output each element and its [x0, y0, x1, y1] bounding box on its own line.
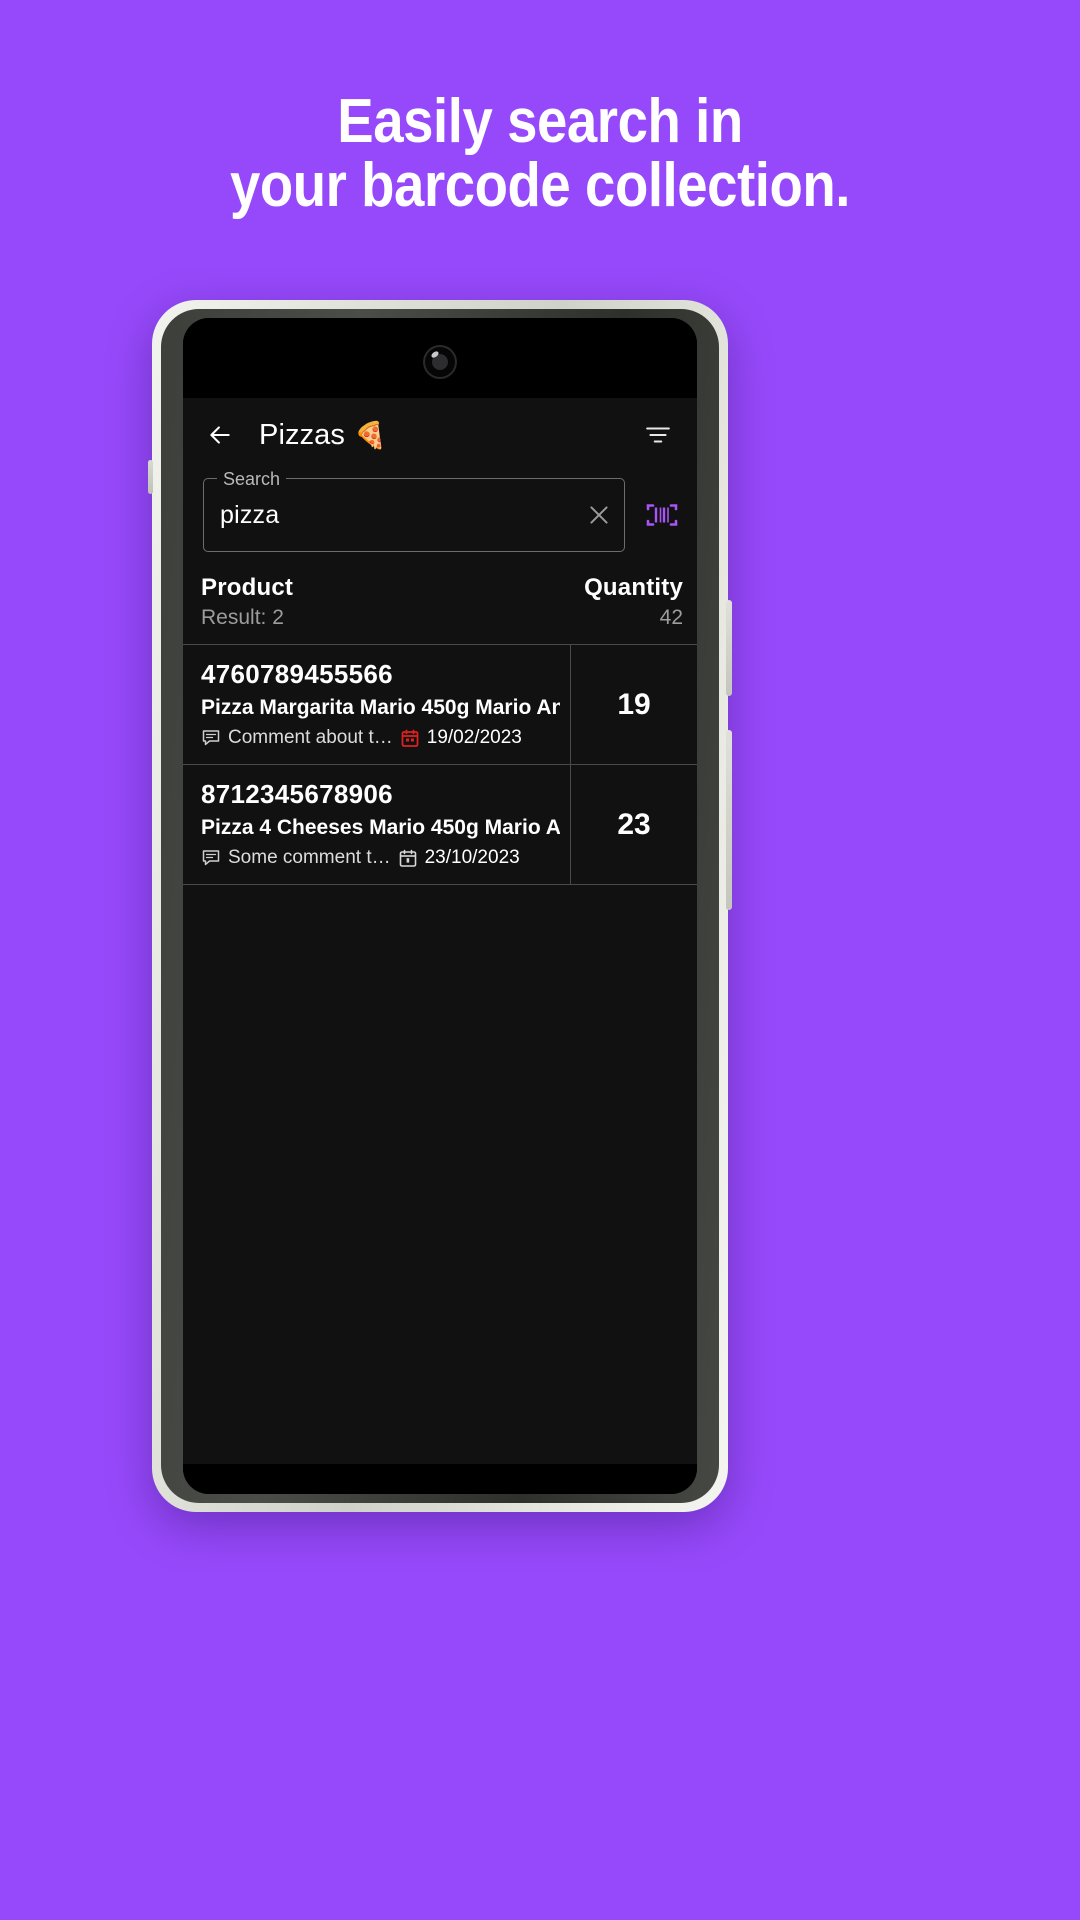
- row-product-name: Pizza Margarita Mario 450g Mario And…: [201, 696, 560, 719]
- search-input[interactable]: pizza: [220, 501, 586, 530]
- phone-screen: Pizzas 🍕 Search pizza Product Result: 2 …: [183, 318, 697, 1494]
- row-date: 19/02/2023: [426, 727, 522, 748]
- back-button[interactable]: [197, 412, 243, 458]
- pizza-emoji-icon: 🍕: [354, 420, 387, 450]
- table-row[interactable]: 4760789455566 Pizza Margarita Mario 450g…: [183, 645, 697, 765]
- table-header-quantity: Quantity 42: [563, 574, 683, 630]
- status-bar: [183, 318, 697, 398]
- navigation-bar: [183, 1464, 697, 1494]
- headline-line-1: Easily search in: [337, 87, 743, 156]
- row-meta: Comment about t… 19/02/2023: [201, 727, 560, 749]
- table-header-product: Product Result: 2: [201, 574, 563, 630]
- row-meta: Some comment t… 23/10/2023: [201, 847, 560, 869]
- app-bar: Pizzas 🍕: [183, 398, 697, 472]
- row-barcode: 4760789455566: [201, 659, 393, 689]
- quantity-column-title: Quantity: [584, 574, 683, 601]
- phone-power-button: [726, 600, 732, 696]
- barcode-scan-icon: [646, 504, 678, 526]
- calendar-icon: [401, 729, 419, 747]
- row-product-cell[interactable]: 8712345678906 Pizza 4 Cheeses Mario 450g…: [183, 765, 571, 884]
- headline-line-2: your barcode collection.: [229, 151, 851, 221]
- filter-list-icon: [646, 427, 670, 443]
- quantity-total: 42: [659, 606, 683, 629]
- phone-mockup: Pizzas 🍕 Search pizza Product Result: 2 …: [148, 300, 732, 1512]
- row-barcode: 8712345678906: [201, 779, 393, 809]
- row-quantity-cell[interactable]: 23: [571, 765, 697, 884]
- row-comment: Some comment t…: [228, 847, 391, 868]
- table-header: Product Result: 2 Quantity 42: [183, 566, 697, 645]
- product-list: 4760789455566 Pizza Margarita Mario 450g…: [183, 645, 697, 885]
- calendar-icon: [399, 849, 416, 867]
- row-product-cell[interactable]: 4760789455566 Pizza Margarita Mario 450g…: [183, 645, 571, 764]
- row-date: 23/10/2023: [424, 847, 520, 868]
- phone-volume-button: [726, 730, 732, 910]
- phone-left-button: [148, 460, 153, 494]
- product-result-count: Result: 2: [201, 606, 284, 629]
- row-quantity-cell[interactable]: 19: [571, 645, 697, 764]
- app-content: Pizzas 🍕 Search pizza Product Result: 2 …: [183, 398, 697, 1494]
- comment-icon: [202, 850, 220, 866]
- search-row: Search pizza: [183, 468, 697, 566]
- arrow-left-icon: [210, 426, 230, 444]
- page-title: Pizzas 🍕: [259, 419, 387, 452]
- table-row[interactable]: 8712345678906 Pizza 4 Cheeses Mario 450g…: [183, 765, 697, 885]
- search-field[interactable]: Search pizza: [203, 468, 625, 552]
- close-icon[interactable]: [586, 502, 612, 528]
- product-column-title: Product: [201, 574, 294, 601]
- page-title-text: Pizzas: [259, 418, 346, 451]
- filter-button[interactable]: [635, 412, 681, 458]
- barcode-scan-button[interactable]: [639, 492, 685, 538]
- search-label: Search: [217, 468, 287, 490]
- front-camera-icon: [425, 347, 455, 377]
- comment-icon: [202, 730, 220, 746]
- row-product-name: Pizza 4 Cheeses Mario 450g Mario An…: [201, 816, 560, 839]
- row-comment: Comment about t…: [228, 727, 393, 748]
- promo-headline: Easily search in your barcode collection…: [65, 87, 1015, 221]
